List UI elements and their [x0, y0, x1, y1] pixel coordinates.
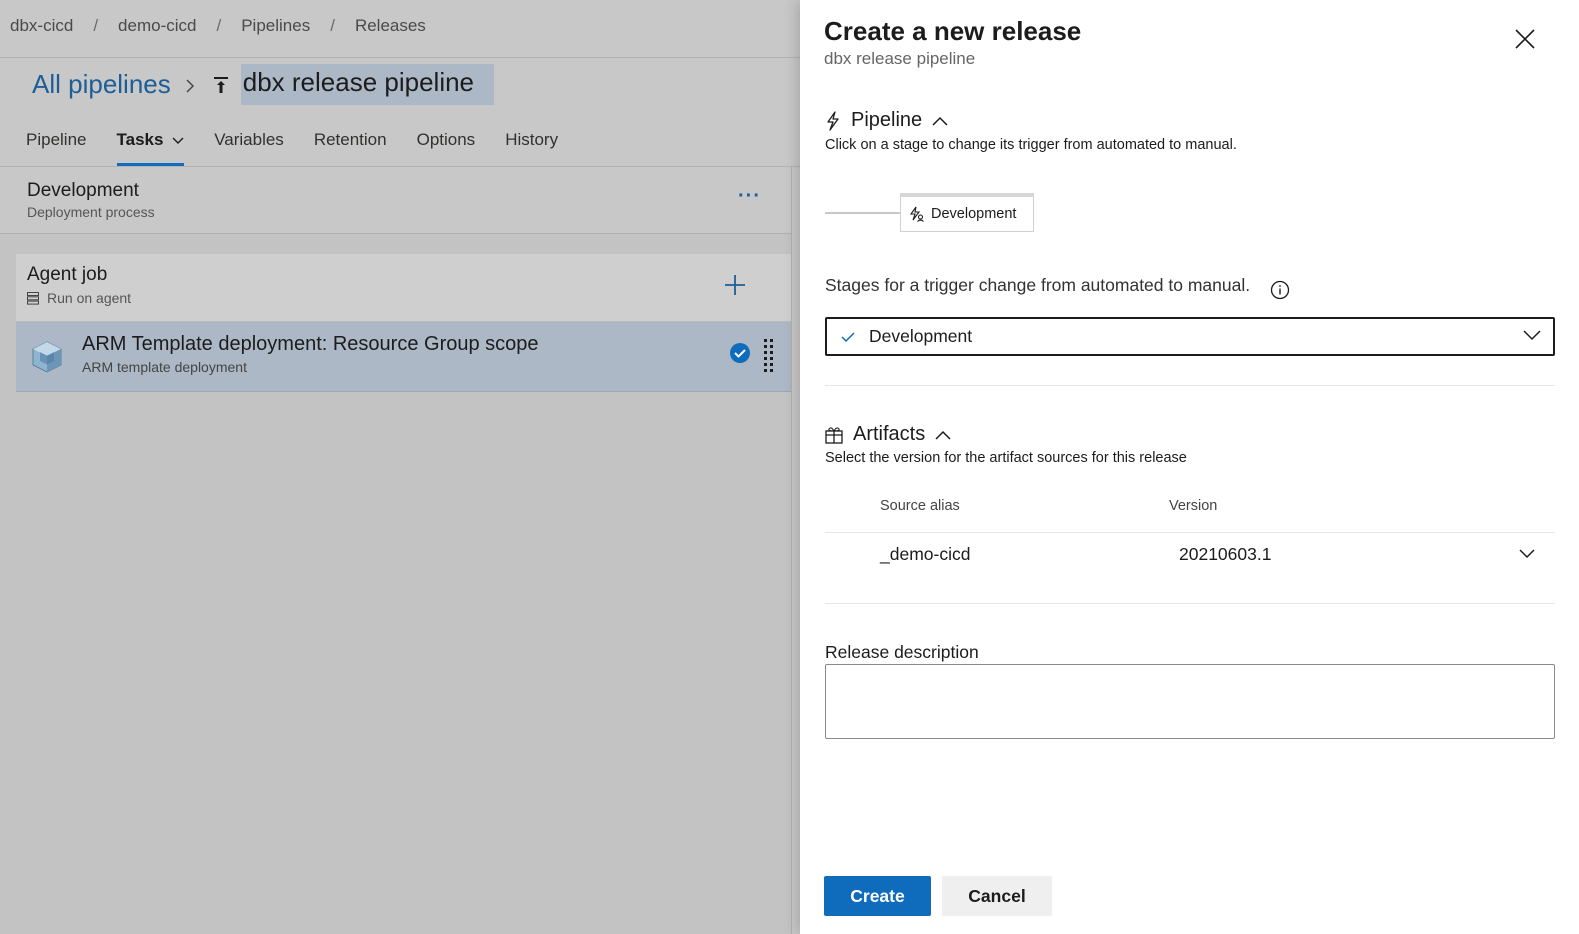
- tab-options[interactable]: Options: [417, 130, 476, 166]
- create-button[interactable]: Create: [824, 876, 931, 916]
- breadcrumb-item-releases[interactable]: Releases: [355, 16, 426, 36]
- stage-node-development[interactable]: Development: [900, 193, 1034, 232]
- pipeline-editor: dbx-cicd / demo-cicd / Pipelines / Relea…: [0, 0, 800, 934]
- arm-template-icon: [32, 341, 62, 373]
- section-divider: [825, 385, 1555, 386]
- table-row: _demo-cicd 20210603.1: [825, 533, 1555, 573]
- chevron-up-icon: [935, 430, 951, 440]
- artifacts-section-title: Artifacts: [853, 423, 926, 445]
- server-icon: [27, 291, 39, 305]
- pipeline-tabs: Pipeline Tasks Variables Retention Optio…: [26, 130, 588, 166]
- stage-node-label: Development: [931, 206, 1017, 222]
- tab-tasks[interactable]: Tasks: [116, 130, 185, 166]
- agent-job-subtitle: Run on agent: [47, 290, 132, 306]
- info-icon[interactable]: [1270, 280, 1290, 300]
- stages-trigger-label-row: Stages for a trigger change from automat…: [825, 275, 1290, 299]
- tab-tasks-label: Tasks: [116, 130, 164, 149]
- stage-diagram: Development: [825, 193, 1055, 233]
- stages-dropdown[interactable]: Development: [825, 317, 1555, 356]
- stage-connector: [825, 212, 901, 214]
- create-release-panel: Create a new release dbx release pipelin…: [800, 0, 1579, 934]
- chevron-down-icon[interactable]: [1519, 549, 1535, 559]
- all-pipelines-link[interactable]: All pipelines: [32, 69, 171, 100]
- agent-job-title: Agent job: [27, 264, 108, 285]
- stages-trigger-label: Stages for a trigger change from automat…: [825, 275, 1251, 295]
- stage-title: Development: [27, 180, 139, 201]
- add-task-icon[interactable]: [722, 272, 748, 298]
- task-row[interactable]: ARM Template deployment: Resource Group …: [16, 322, 792, 392]
- pane-divider: [791, 167, 792, 934]
- stage-header[interactable]: Development Deployment process ···: [0, 167, 792, 234]
- column-version: Version: [1169, 498, 1218, 514]
- chevron-right-icon: [185, 71, 195, 98]
- breadcrumb-separator: /: [93, 16, 99, 35]
- agent-job-subtitle-row: Run on agent: [27, 290, 131, 306]
- breadcrumb-item-org[interactable]: dbx-cicd: [10, 16, 73, 36]
- chevron-down-icon: [172, 137, 184, 144]
- breadcrumb-separator: /: [330, 16, 335, 35]
- breadcrumb: dbx-cicd / demo-cicd / Pipelines / Relea…: [10, 16, 426, 36]
- tab-history[interactable]: History: [505, 130, 558, 166]
- breadcrumb-item-pipelines[interactable]: Pipelines: [241, 16, 310, 36]
- artifact-version-select[interactable]: 20210603.1: [1179, 544, 1271, 565]
- pipeline-title-row: All pipelines dbx release pipeline: [32, 64, 495, 105]
- pipeline-section-header[interactable]: Pipeline: [825, 109, 958, 132]
- header-divider: [0, 57, 800, 58]
- close-icon[interactable]: [1514, 28, 1536, 50]
- artifact-alias: _demo-cicd: [880, 544, 971, 564]
- stage-subtitle: Deployment process: [27, 204, 155, 220]
- tab-pipeline[interactable]: Pipeline: [26, 130, 87, 166]
- chevron-up-icon: [932, 116, 948, 126]
- breadcrumb-item-project[interactable]: demo-cicd: [118, 16, 196, 36]
- pipeline-section-title: Pipeline: [851, 109, 923, 131]
- chevron-down-icon: [1523, 330, 1541, 341]
- breadcrumb-separator: /: [216, 16, 222, 35]
- pipeline-section-description: Click on a stage to change its trigger f…: [825, 137, 1237, 153]
- cancel-button[interactable]: Cancel: [942, 876, 1052, 916]
- checkmark-icon: [841, 331, 855, 342]
- pipeline-name-input[interactable]: dbx release pipeline: [240, 64, 495, 105]
- agent-job-row[interactable]: Agent job Run on agent: [16, 254, 792, 322]
- task-title: ARM Template deployment: Resource Group …: [82, 333, 539, 355]
- task-enabled-check-icon: [730, 343, 750, 363]
- section-divider: [825, 603, 1555, 604]
- artifact-package-icon: [825, 426, 843, 444]
- task-subtitle: ARM template deployment: [82, 359, 247, 375]
- panel-title: Create a new release: [824, 16, 1082, 46]
- stages-dropdown-value: Development: [869, 326, 973, 346]
- tab-retention[interactable]: Retention: [314, 130, 387, 166]
- panel-subtitle: dbx release pipeline: [824, 49, 976, 68]
- lightning-icon: [827, 110, 839, 131]
- release-pipeline-icon: [211, 75, 231, 95]
- artifacts-section-header[interactable]: Artifacts: [825, 423, 961, 446]
- release-description-input[interactable]: [825, 664, 1555, 739]
- release-description-label: Release description: [825, 642, 979, 662]
- drag-handle-icon[interactable]: [763, 338, 775, 376]
- tab-variables[interactable]: Variables: [214, 130, 284, 166]
- manual-trigger-icon: [909, 206, 924, 222]
- column-source-alias: Source alias: [880, 498, 960, 514]
- artifacts-section-description: Select the version for the artifact sour…: [825, 450, 1187, 466]
- more-options-icon[interactable]: ···: [738, 185, 761, 208]
